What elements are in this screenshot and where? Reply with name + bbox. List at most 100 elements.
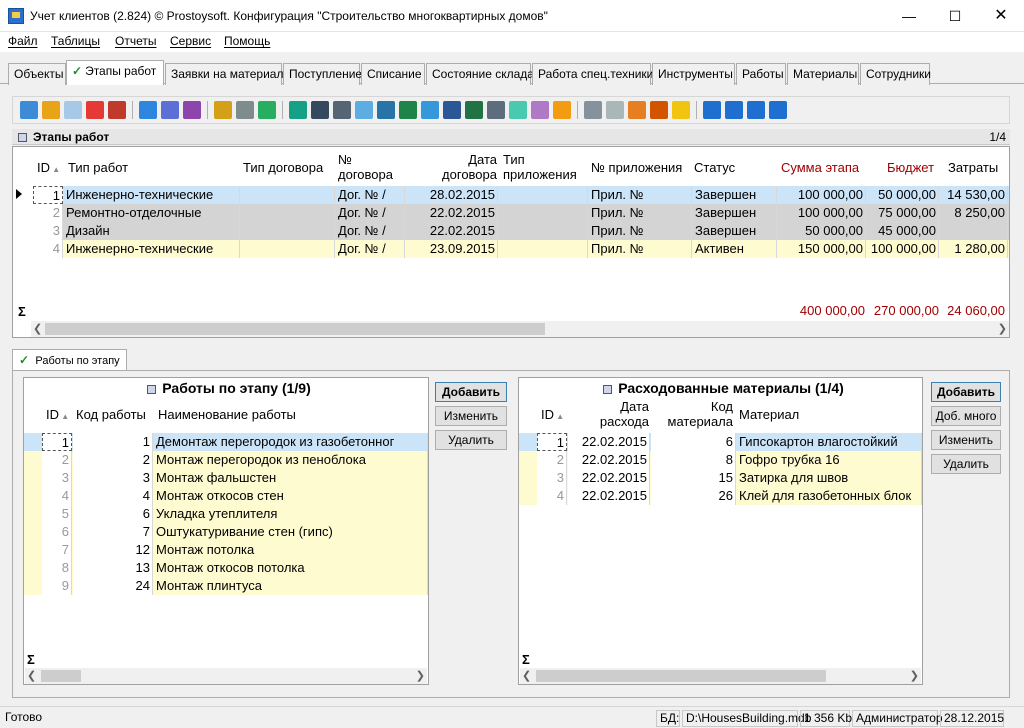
report-icon[interactable] [650, 101, 668, 119]
export-xml-icon[interactable] [487, 101, 505, 119]
edit-icon[interactable] [42, 101, 60, 119]
materials-add-many-button[interactable]: Доб. много [931, 406, 1001, 426]
scroll-thumb[interactable] [45, 323, 545, 335]
col-header-work-name[interactable]: Наименование работы [158, 407, 296, 422]
scroll-right-icon[interactable]: ❯ [910, 669, 919, 682]
menu-reports[interactable]: Отчеты [112, 34, 159, 48]
table-row[interactable]: 3 Дизайн Дог. № /22.02.2015 Прил. № Завершен… [33, 222, 1009, 240]
col-header-status[interactable]: Статус [694, 160, 735, 175]
columns-icon[interactable] [606, 101, 624, 119]
preview-icon[interactable] [355, 101, 373, 119]
menu-file[interactable]: Файл [5, 34, 41, 48]
works-delete-button[interactable]: Удалить [435, 430, 507, 450]
col-header-costs[interactable]: Затраты [948, 160, 998, 175]
find-icon[interactable] [311, 101, 329, 119]
export-csv-icon[interactable] [509, 101, 527, 119]
minimize-button[interactable]: — [886, 0, 932, 32]
col-header-id[interactable]: ID ▲ [46, 407, 69, 424]
menu-help[interactable]: Помощь [221, 34, 273, 48]
copy-icon[interactable] [64, 101, 82, 119]
tab-works-by-stage[interactable]: ✓ Работы по этапу [12, 349, 127, 371]
materials-add-button[interactable]: Добавить [931, 382, 1001, 402]
tab-work-stages[interactable]: ✓ Этапы работ [66, 60, 164, 85]
table-row[interactable]: 5 6 Укладка утеплителя [24, 505, 428, 523]
col-header-material[interactable]: Материал [739, 407, 799, 422]
delete-all-icon[interactable] [108, 101, 126, 119]
scroll-left-icon[interactable]: ❮ [27, 669, 36, 682]
col-header-work-code[interactable]: Код работы [76, 407, 146, 422]
menu-service[interactable]: Сервис [167, 34, 214, 48]
table-row[interactable]: 1 1 Демонтаж перегородок из газобетонног [24, 433, 428, 451]
sql-icon[interactable] [258, 101, 276, 119]
tab-materials[interactable]: Материалы [787, 63, 859, 85]
add-record-icon[interactable] [20, 101, 38, 119]
export-icon[interactable] [377, 101, 395, 119]
col-header-budget[interactable]: Бюджет [887, 160, 934, 175]
materials-hscrollbar[interactable]: ❮ ❯ [520, 668, 921, 684]
col-header-contract-num[interactable]: № договора [338, 152, 393, 182]
close-button[interactable]: ✕ [978, 0, 1024, 32]
export-excel-icon[interactable] [399, 101, 417, 119]
tab-warehouse-state[interactable]: Состояние склада [426, 63, 534, 85]
export-xls-icon[interactable] [465, 101, 483, 119]
table-row[interactable]: 4 22.02.2015 26 Клей для газобетонных блок [519, 487, 922, 505]
table-row[interactable]: 9 24 Монтаж плинтуса [24, 577, 428, 595]
export-word-icon[interactable] [443, 101, 461, 119]
stages-hscrollbar[interactable]: ❮ ❯ [31, 321, 1009, 337]
table-row[interactable]: 2 2 Монтаж перегородок из пеноблока [24, 451, 428, 469]
chart-icon[interactable] [553, 101, 571, 119]
col-header-contract-type[interactable]: Тип договора [243, 160, 323, 175]
tab-writeoff[interactable]: Списание [361, 63, 425, 85]
menu-tables[interactable]: Таблицы [48, 34, 103, 48]
col-header-id[interactable]: ID ▲ [37, 160, 60, 177]
group-icon[interactable] [236, 101, 254, 119]
delete-icon[interactable] [86, 101, 104, 119]
scroll-left-icon[interactable]: ❮ [522, 669, 531, 682]
tab-objects[interactable]: Объекты [8, 63, 66, 85]
scroll-right-icon[interactable]: ❯ [416, 669, 425, 682]
stages-grid[interactable]: ID ▲ Тип работ Тип договора № договора Да… [12, 146, 1010, 338]
lightning-icon[interactable] [672, 101, 690, 119]
refresh-icon[interactable] [289, 101, 307, 119]
col-header-contract-date[interactable]: Дата договора [413, 152, 497, 182]
first-record-icon[interactable] [703, 101, 721, 119]
export-txt-icon[interactable] [531, 101, 549, 119]
col-header-material-code[interactable]: Код материала [653, 399, 733, 429]
table-row[interactable]: 1 22.02.2015 6 Гипсокартон влагостойкий [519, 433, 922, 451]
table-row[interactable]: 2 Ремонтно-отделочные Дог. № /22.02.2015 Пр… [33, 204, 1009, 222]
tab-employees[interactable]: Сотрудники [860, 63, 931, 85]
scroll-thumb[interactable] [536, 670, 826, 682]
tab-material-requests[interactable]: Заявки на материал [165, 63, 283, 85]
table-row[interactable]: 1 Инженерно-технические Дог. № /28.02.2015… [33, 186, 1009, 204]
next-record-icon[interactable] [747, 101, 765, 119]
col-header-attachment-type[interactable]: Тип приложения [503, 152, 577, 182]
sort-icon[interactable] [584, 101, 602, 119]
table-row[interactable]: 7 12 Монтаж потолка [24, 541, 428, 559]
table-row[interactable]: 4 Инженерно-технические Дог. № /23.09.2015… [33, 240, 1009, 258]
filter-clear-icon[interactable] [183, 101, 201, 119]
materials-edit-button[interactable]: Изменить [931, 430, 1001, 450]
works-hscrollbar[interactable]: ❮ ❯ [25, 668, 427, 684]
table-row[interactable]: 8 13 Монтаж откосов потолка [24, 559, 428, 577]
prev-record-icon[interactable] [725, 101, 743, 119]
tab-special-equipment[interactable]: Работа спец.техники [532, 63, 653, 85]
col-header-attachment-num[interactable]: № приложения [591, 160, 682, 175]
advanced-filter-icon[interactable] [214, 101, 232, 119]
table-row[interactable]: 3 3 Монтаж фальшстен [24, 469, 428, 487]
col-header-type[interactable]: Тип работ [68, 160, 128, 175]
materials-delete-button[interactable]: Удалить [931, 454, 1001, 474]
table-row[interactable]: 2 22.02.2015 8 Гофро трубка 16 [519, 451, 922, 469]
scroll-thumb[interactable] [41, 670, 81, 682]
materials-grid[interactable]: Расходованные материалы (1/4) ID ▲ Дата р… [518, 377, 923, 685]
print-icon[interactable] [333, 101, 351, 119]
table-row[interactable]: 4 4 Монтаж откосов стен [24, 487, 428, 505]
col-header-id[interactable]: ID ▲ [541, 407, 564, 424]
tab-receipts[interactable]: Поступление [283, 63, 362, 85]
filter-edit-icon[interactable] [161, 101, 179, 119]
maximize-button[interactable]: ☐ [932, 0, 978, 32]
table-row[interactable]: 6 7 Оштукатуривание стен (гипс) [24, 523, 428, 541]
works-add-button[interactable]: Добавить [435, 382, 507, 402]
works-edit-button[interactable]: Изменить [435, 406, 507, 426]
works-grid[interactable]: Работы по этапу (1/9) ID ▲ Код работы На… [23, 377, 429, 685]
scroll-right-icon[interactable]: ❯ [998, 322, 1007, 335]
